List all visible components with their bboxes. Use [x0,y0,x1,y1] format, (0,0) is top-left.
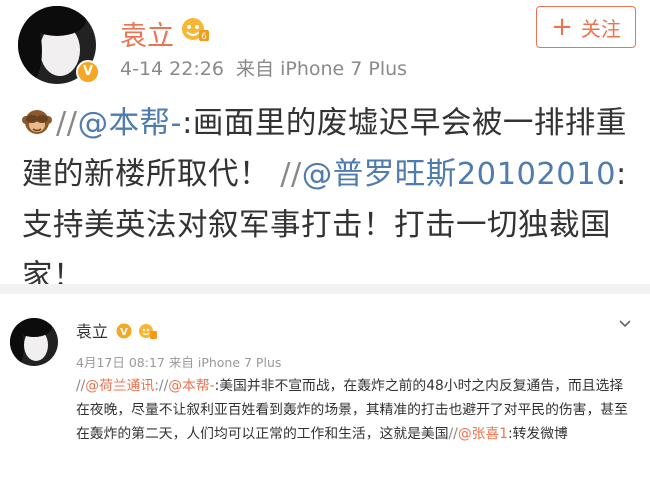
svg-text:6: 6 [201,32,207,42]
colon: : [182,106,193,141]
source-prefix: 来自 [168,355,194,370]
post-timestamp: 4月17日 08:17 [76,355,165,370]
weibo-post-main: V 袁立 6 4-14 22:26 来自 iPhone 7 Plus + 关注 … [0,0,650,294]
post-text: 转发微博 [512,426,568,442]
post-meta: 4-14 22:26 来自 iPhone 7 Plus [120,54,407,81]
follow-button[interactable]: + 关注 [536,6,636,48]
mention-link[interactable]: @荷兰通讯 [85,378,154,394]
avatar[interactable] [10,318,58,366]
source-device: iPhone 7 Plus [280,58,408,80]
mention-link[interactable]: @普罗旺斯20102010 [302,157,616,192]
mention-link[interactable]: @本帮- [168,378,214,394]
source-device: iPhone 7 Plus [197,355,282,370]
mention-link[interactable]: @张喜1 [458,426,508,442]
repost-slashes: :// [154,378,169,394]
repost-slashes: // [56,106,78,141]
repost-slashes: // [76,378,86,394]
post-content: //@本帮-:画面里的废墟迟早会被一排排重建的新楼所取代！ //@普罗旺斯201… [22,98,637,302]
weibo-post-secondary: 袁立 V 4月17日 08:17 来自 iPhone 7 Plus //@荷兰通… [0,294,650,477]
mention-link[interactable]: @本帮- [78,106,183,141]
source-prefix: 来自 [236,58,275,80]
verified-badge-icon: V [76,60,100,84]
plus-icon: + [551,12,573,42]
repost-slashes: // [448,426,458,442]
follow-label: 关注 [580,16,621,41]
divider [0,284,650,294]
username-text: 袁立 [76,322,109,341]
member-level-icon: 6 [182,18,209,42]
post-author-name[interactable]: 袁立 V [76,318,158,342]
verified-badge-icon: V [116,323,132,339]
post-meta: 4月17日 08:17 来自 iPhone 7 Plus [76,352,281,371]
member-level-icon [139,324,158,339]
see-no-evil-monkey-icon [22,110,52,134]
colon: : [616,157,627,192]
chevron-down-icon[interactable] [617,315,633,331]
post-content: //@荷兰通讯://@本帮-:美国并非不宣而战，在轰炸之前的48小时之内反复通告… [76,374,636,446]
post-text: 支持美英法对叙军事打击！打击一切独裁国家！ [22,208,611,294]
post-timestamp: 4-14 22:26 [120,58,224,80]
post-author-name[interactable]: 袁立 [120,14,174,53]
svg-text:V: V [120,327,128,338]
repost-slashes: // [280,157,302,192]
